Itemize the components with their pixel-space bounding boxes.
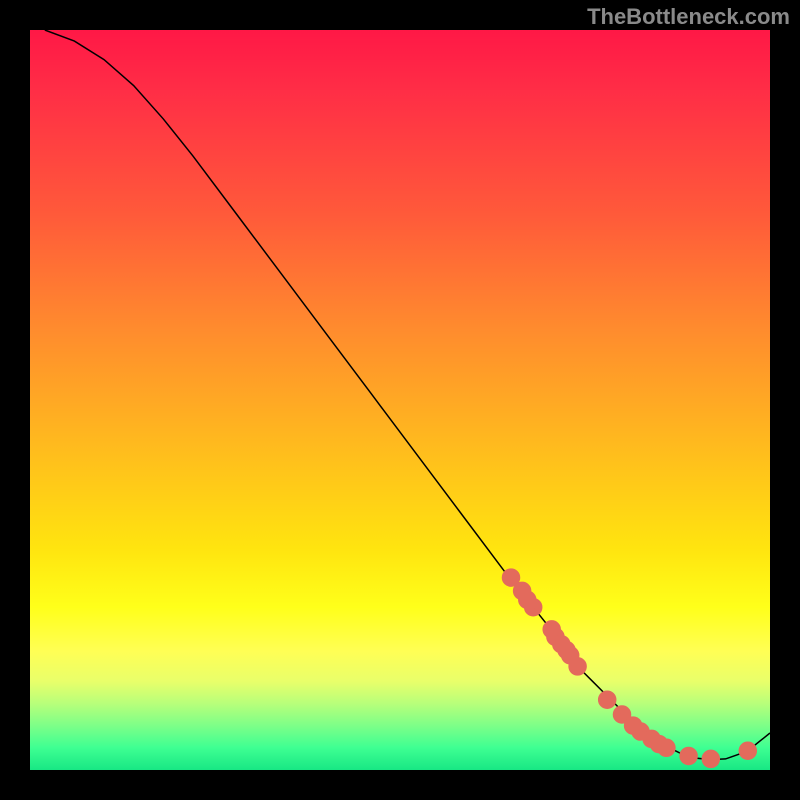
dot — [616, 709, 627, 720]
dot — [572, 661, 583, 672]
dot — [505, 572, 516, 583]
dot — [528, 602, 539, 613]
chart-svg — [30, 30, 770, 770]
bottleneck-curve — [45, 30, 770, 760]
dot — [602, 694, 613, 705]
plot-area — [30, 30, 770, 770]
dot — [661, 742, 672, 753]
attribution-text: TheBottleneck.com — [587, 4, 790, 30]
dot — [705, 753, 716, 764]
dot — [683, 750, 694, 761]
highlight-dots — [505, 572, 753, 764]
dot — [742, 745, 753, 756]
